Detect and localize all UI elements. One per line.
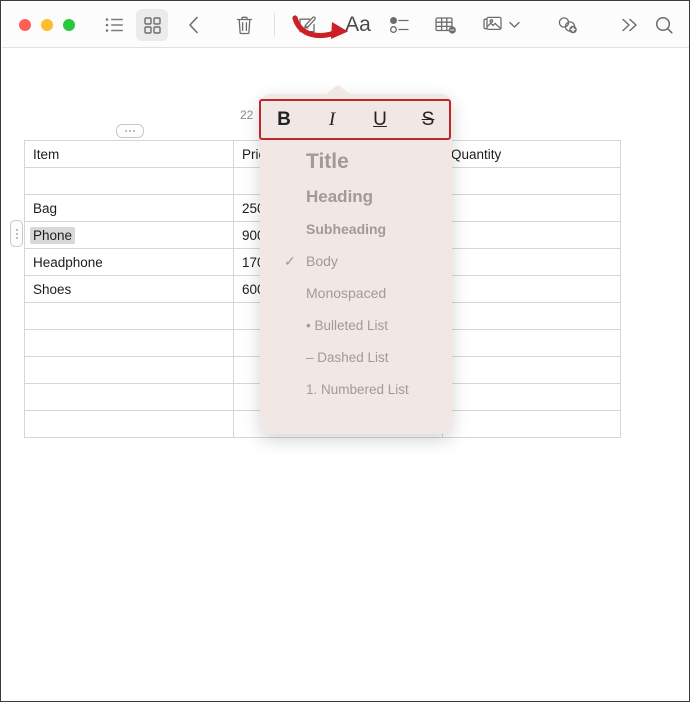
paragraph-style-list: Title Heading Subheading ✓ Body Monospac… [260,144,452,405]
table-cell[interactable] [442,410,621,438]
style-bulleted-list-label: • Bulleted List [306,317,389,333]
table-cell[interactable] [442,194,621,222]
link-add-icon [557,15,579,35]
table-header-cell[interactable]: Quantity [442,140,621,168]
style-numbered-list-label: 1. Numbered List [306,381,409,397]
style-dashed-list-label: – Dashed List [306,349,389,365]
toolbar-divider [274,13,275,37]
table-cell[interactable]: Headphone [24,248,234,276]
table-cell[interactable] [442,248,621,276]
text-style-row: B I U S [260,100,452,140]
strikethrough-button[interactable]: S [413,106,443,134]
style-title-label: Title [306,150,349,173]
more-button[interactable] [614,9,646,41]
format-button[interactable]: Aa [341,9,375,41]
document-date: 22 [240,108,254,122]
table-cell[interactable]: Shoes [24,275,234,303]
table-column-handle[interactable] [116,124,144,138]
checkmark-icon: ✓ [284,252,296,269]
markup-icon [298,15,318,35]
style-subheading-item[interactable]: Subheading [260,213,452,245]
chevron-down-icon [508,21,520,29]
table-cell[interactable] [442,167,621,195]
table-cell[interactable] [442,275,621,303]
media-dropdown[interactable] [504,9,524,41]
trash-icon [236,16,253,35]
style-numbered-list-item[interactable]: 1. Numbered List [260,373,452,405]
table-button[interactable] [430,9,462,41]
table-cell[interactable] [24,410,234,438]
search-button[interactable] [648,9,680,41]
table-cell[interactable] [442,302,621,330]
table-cell[interactable] [24,383,234,411]
checklist-icon [390,17,410,33]
table-row-handle[interactable] [10,220,23,247]
media-icon [483,16,505,34]
note-canvas: 22 Item Price Quantity Bag 250 Phone 900… [2,48,689,701]
maximize-button[interactable] [63,19,75,31]
checklist-button[interactable] [384,9,416,41]
search-icon [655,16,674,35]
underline-button[interactable]: U [365,106,395,134]
style-dashed-list-item[interactable]: – Dashed List [260,341,452,373]
list-view-button[interactable] [98,9,130,41]
table-cell[interactable] [442,383,621,411]
chevrons-right-icon [621,17,639,33]
table-cell[interactable] [442,221,621,249]
table-cell[interactable] [24,167,234,195]
table-cell[interactable] [442,356,621,384]
style-subheading-label: Subheading [306,221,387,237]
grid-icon [143,16,161,34]
style-heading-item[interactable]: Heading [260,180,452,213]
table-cell[interactable] [24,356,234,384]
table-cell[interactable]: Bag [24,194,234,222]
delete-button[interactable] [228,9,260,41]
popover-tail [326,85,350,94]
style-body-label: Body [306,253,338,269]
table-cell[interactable] [442,329,621,357]
grid-view-button[interactable] [136,9,168,41]
notes-window: Aa 22 Item Price Quantity Bag 250 Phone … [0,0,690,702]
table-cell[interactable] [24,329,234,357]
bold-button[interactable]: B [269,106,299,134]
back-button[interactable] [178,9,210,41]
table-cell[interactable] [24,302,234,330]
format-popover: B I U S Title Heading Subheading ✓ Body [260,85,452,434]
style-bulleted-list-item[interactable]: • Bulleted List [260,309,452,341]
list-icon [105,17,124,33]
italic-button[interactable]: I [317,106,347,134]
chevron-left-icon [188,16,200,34]
minimize-button[interactable] [41,19,53,31]
close-button[interactable] [19,19,31,31]
markup-button[interactable] [292,9,324,41]
style-monospaced-label: Monospaced [306,285,387,301]
style-monospaced-item[interactable]: Monospaced [260,277,452,309]
table-header-cell[interactable]: Item [24,140,234,168]
toolbar: Aa [2,2,689,48]
style-body-item[interactable]: ✓ Body [260,245,452,277]
style-heading-label: Heading [306,186,374,206]
style-title-item[interactable]: Title [260,144,452,180]
table-icon [435,16,457,34]
selected-cell-text: Phone [30,226,76,244]
table-cell-selected[interactable]: Phone [24,221,234,249]
format-aa-icon: Aa [345,13,371,36]
link-button[interactable] [552,9,584,41]
